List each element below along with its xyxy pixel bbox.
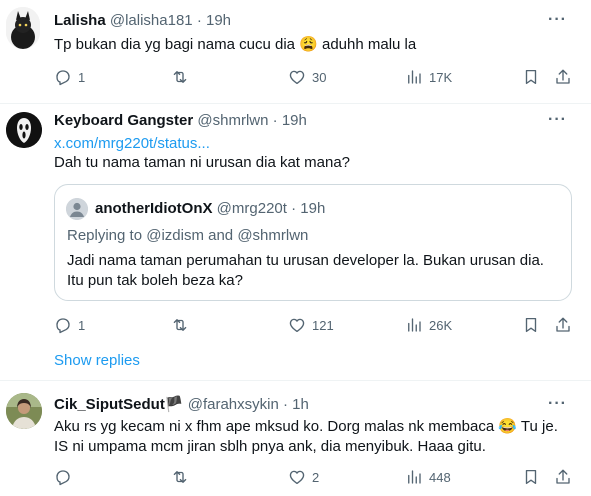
separator-dot: · <box>196 12 202 29</box>
views-button[interactable]: 448 <box>405 468 451 486</box>
tweet-text-line: Aku rs yg kecam ni x fhm ape mksud ko. D… <box>54 418 558 435</box>
like-count: 2 <box>312 469 320 485</box>
avatar-anotheridiotonx[interactable] <box>66 198 88 220</box>
heart-icon <box>289 318 305 333</box>
retweet-button[interactable] <box>171 468 195 486</box>
replying-to-user[interactable]: @izdism <box>146 227 204 244</box>
more-options-button[interactable]: ··· <box>548 111 567 129</box>
bookmark-button[interactable] <box>522 316 540 334</box>
reply-count: 1 <box>78 69 86 85</box>
reply-button[interactable] <box>54 468 78 486</box>
tweet-header: Keyboard Gangster @shmrlwn · 19h <box>54 111 307 131</box>
replying-to-line: Replying to @izdism and @shmrlwn <box>67 226 308 246</box>
views-button[interactable]: 17K <box>405 68 452 86</box>
tweet-text: Tp bukan dia yg bagi nama cucu dia 😩 adu… <box>54 36 417 53</box>
quote-author-name[interactable]: anotherIdiotOnX <box>95 200 213 217</box>
bookmark-icon <box>525 317 537 333</box>
reply-button[interactable]: 1 <box>54 68 85 86</box>
reply-icon <box>56 70 70 86</box>
retweet-icon <box>173 71 187 83</box>
bookmark-button[interactable] <box>522 468 540 486</box>
separator-dot: · <box>272 112 278 129</box>
avatar-keyboard-gangster[interactable] <box>6 112 42 148</box>
avatar-cik-siputsedut[interactable] <box>6 393 42 429</box>
quote-text-line: Itu pun tak boleh beza ka? <box>67 272 243 289</box>
status-link[interactable]: x.com/mrg220t/status... <box>54 134 210 154</box>
show-replies-link[interactable]: Show replies <box>54 352 140 369</box>
tweet-cik-siputsedut[interactable]: Cik_SiputSedut🏴 @farahxsykin · 1h ··· Ak… <box>0 381 591 496</box>
share-icon <box>556 317 570 332</box>
views-count: 26K <box>429 317 453 333</box>
reply-button[interactable]: 1 <box>54 316 85 334</box>
quoted-tweet-card[interactable]: anotherIdiotOnX @mrg220t · 19h Replying … <box>54 184 572 301</box>
retweet-button[interactable] <box>171 68 195 86</box>
tweet-actions: 1 30 17K <box>54 68 574 88</box>
replying-to-user[interactable]: @shmrlwn <box>237 227 308 244</box>
views-icon <box>408 318 421 332</box>
author-name[interactable]: Lalisha <box>54 12 106 29</box>
like-button[interactable]: 2 <box>288 468 319 486</box>
reply-icon <box>56 318 70 334</box>
share-button[interactable] <box>554 316 572 334</box>
tweet-actions: 1 121 26K <box>54 316 574 336</box>
author-handle[interactable]: @farahxsykin <box>188 396 279 413</box>
replying-to-and: and <box>203 227 238 244</box>
timestamp[interactable]: 19h <box>282 112 307 129</box>
views-icon <box>408 470 421 484</box>
separator-dot: · <box>282 396 288 413</box>
retweet-icon <box>173 471 187 483</box>
views-button[interactable]: 26K <box>405 316 452 334</box>
like-button[interactable]: 30 <box>288 68 326 86</box>
flag-icon: 🏴 <box>164 396 184 413</box>
views-icon <box>408 70 421 84</box>
tweet-text-line: IS ni umpama mcm jiran sblh pnya ank, di… <box>54 438 486 455</box>
quote-author-handle[interactable]: @mrg220t <box>217 200 287 217</box>
retweet-button[interactable] <box>171 316 195 334</box>
author-name[interactable]: Cik_SiputSedut <box>54 396 165 413</box>
like-button[interactable]: 121 <box>288 316 334 334</box>
separator-dot: · <box>291 200 297 217</box>
author-handle[interactable]: @lalisha181 <box>110 12 193 29</box>
avatar-lalisha[interactable] <box>6 7 40 49</box>
share-button[interactable] <box>554 68 572 86</box>
reply-count: 1 <box>78 317 86 333</box>
tweet-text: Dah tu nama taman ni urusan dia kat mana… <box>54 154 351 171</box>
reply-icon <box>56 470 70 486</box>
like-count: 121 <box>312 317 334 333</box>
bookmark-button[interactable] <box>522 68 540 86</box>
tweet-lalisha[interactable]: Lalisha @lalisha181 · 19h ··· Tp bukan d… <box>0 0 591 103</box>
views-count: 17K <box>429 69 453 85</box>
more-options-button[interactable]: ··· <box>548 395 567 413</box>
quote-header: anotherIdiotOnX @mrg220t · 19h <box>95 199 325 219</box>
retweet-icon <box>173 319 187 331</box>
like-count: 30 <box>312 69 327 85</box>
quote-text-line: Jadi nama taman perumahan tu urusan deve… <box>67 252 544 269</box>
timestamp[interactable]: 1h <box>292 396 309 413</box>
share-button[interactable] <box>554 468 572 486</box>
heart-icon <box>289 470 305 485</box>
share-icon <box>556 69 570 84</box>
heart-icon <box>289 70 305 85</box>
bookmark-icon <box>525 469 537 485</box>
tweet-header: Lalisha @lalisha181 · 19h <box>54 11 231 31</box>
author-handle[interactable]: @shmrlwn <box>197 112 268 129</box>
tweet-actions: 2 448 <box>54 468 574 488</box>
views-count: 448 <box>429 469 451 485</box>
tweet-header: Cik_SiputSedut🏴 @farahxsykin · 1h <box>54 395 309 415</box>
replying-to-prefix: Replying to <box>67 227 147 244</box>
author-name[interactable]: Keyboard Gangster <box>54 112 193 129</box>
more-options-button[interactable]: ··· <box>548 11 567 29</box>
share-icon <box>556 469 570 484</box>
quote-timestamp[interactable]: 19h <box>300 200 325 217</box>
timestamp[interactable]: 19h <box>206 12 231 29</box>
bookmark-icon <box>525 69 537 85</box>
